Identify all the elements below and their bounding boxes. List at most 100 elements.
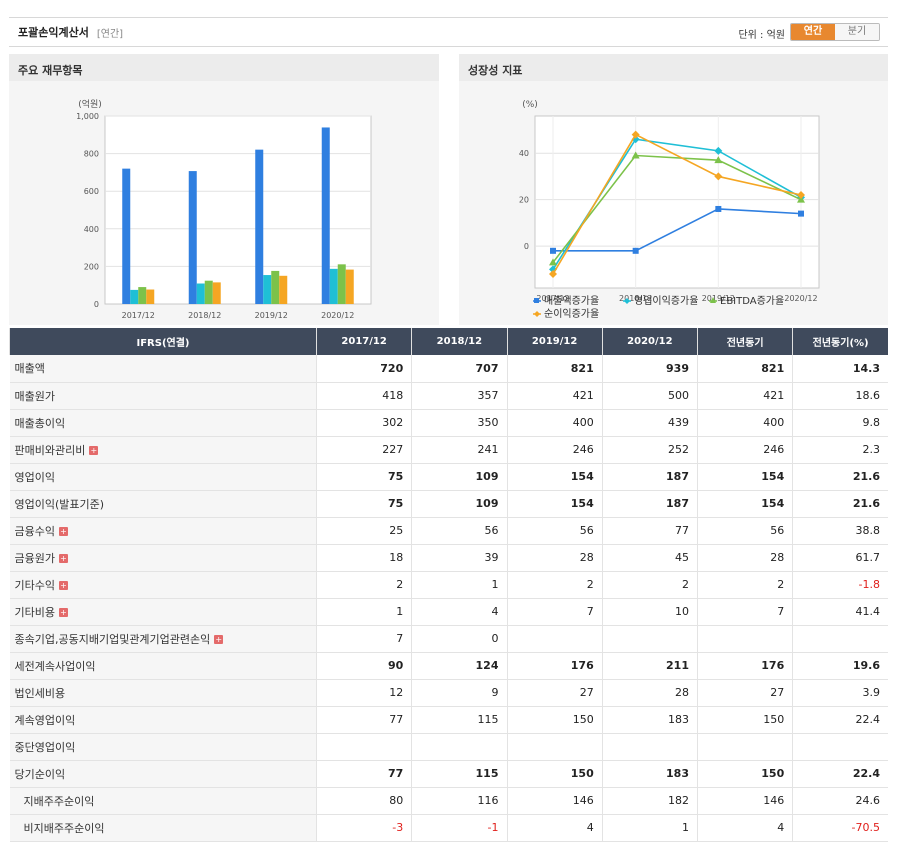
table-cell	[506, 733, 603, 761]
tab-quarter[interactable]: 분기	[835, 24, 879, 40]
table-cell: 211	[601, 652, 698, 680]
table-cell: 2	[506, 571, 603, 599]
table-cell: 421	[696, 382, 793, 410]
expand-icon[interactable]: +	[58, 527, 68, 536]
row-label-text: 비지배주주순이익	[23, 821, 105, 835]
table-cell: 10	[601, 598, 698, 626]
period-toggle: 연간 분기	[790, 23, 880, 41]
table-cell: 109	[411, 463, 507, 491]
table-cell	[601, 625, 698, 653]
table-cell: 56	[506, 517, 603, 545]
table-cell: 22.4	[792, 760, 888, 788]
row-label: 계속영업이익	[9, 706, 317, 734]
bar-chart: 0 200 400 600 800 1,000 (억원) 2017/12 2018/12 2019…	[76, 98, 372, 320]
table-row: 금융수익 +25 56 56 77 56 38.8	[9, 517, 888, 545]
legend-label: 순이익증가율	[544, 308, 599, 320]
table-cell: 183	[601, 760, 698, 788]
table-cell: 80	[315, 787, 412, 815]
table-cell: 116	[411, 787, 507, 815]
row-label: 영업이익(발표기준)	[9, 490, 317, 518]
table-row: 중단영업이익	[9, 733, 888, 761]
table-cell: 45	[601, 544, 698, 572]
row-label: 중단영업이익	[9, 733, 317, 761]
table-cell: 4	[696, 814, 793, 842]
table-row: 영업이익(발표기준) 75 109 154 187 154 21.6	[9, 490, 888, 518]
table-cell: 439	[601, 409, 698, 437]
table-cell	[792, 625, 888, 653]
row-label-text: 영업이익	[14, 470, 55, 484]
row-label-text: 계속영업이익	[14, 713, 76, 727]
expand-icon[interactable]: +	[58, 581, 68, 590]
table-cell: 246	[696, 436, 793, 464]
table-cell: 400	[696, 409, 793, 437]
table-cell: 14.3	[792, 355, 888, 383]
table-cell	[601, 733, 698, 761]
table-cell: 707	[411, 355, 507, 383]
x-tick-label: 2018/12	[188, 311, 221, 320]
bar	[255, 149, 264, 304]
table-cell: 27	[506, 679, 603, 707]
table-cell: -70.5	[792, 814, 888, 842]
table-cell: 154	[696, 490, 793, 518]
table-cell: 28	[696, 544, 793, 572]
table-cell: 150	[506, 760, 603, 788]
table-header-row: IFRS(연결) 2017/12 2018/12 2019/12 2020/12 전년동기…	[9, 328, 888, 355]
y-tick-label: 0	[524, 242, 529, 251]
table-cell: 41.4	[792, 598, 888, 626]
table-cell: 821	[696, 355, 793, 383]
data-point	[632, 247, 639, 254]
row-label: 판매비와관리비 +	[9, 436, 317, 464]
table-cell: 2	[696, 571, 793, 599]
table-row: 매출원가 418 357 421 500 421 18.6	[9, 382, 888, 410]
column-header: IFRS(연결)	[9, 328, 317, 355]
row-label: 당기순이익	[9, 760, 317, 788]
table-cell: 77	[601, 517, 698, 545]
section-title: 포괄손익계산서	[18, 26, 89, 39]
table-cell: 357	[411, 382, 507, 410]
table-cell: 183	[601, 706, 698, 734]
table-cell: 19.6	[792, 652, 888, 680]
table-cell: 176	[506, 652, 603, 680]
row-label-text: 종속기업,공동지배기업및관계기업관련손익	[14, 632, 211, 646]
expand-icon[interactable]: +	[214, 635, 224, 644]
tab-annual[interactable]: 연간	[791, 24, 835, 40]
expand-icon[interactable]: +	[89, 446, 99, 455]
table-cell: 150	[506, 706, 603, 734]
table-row: 기타수익 +2 1 2 2 2 -1.8	[9, 571, 888, 599]
row-label: 종속기업,공동지배기업및관계기업관련손익 +	[9, 625, 317, 653]
table-row: 영업이익 75 109 154 187 154 21.6	[9, 463, 888, 491]
panel-title: 주요 재무항목	[9, 54, 439, 81]
row-label-text: 세전계속사업이익	[14, 659, 96, 673]
table-cell: 939	[601, 355, 698, 383]
y-tick-label: 40	[519, 149, 529, 158]
bar	[138, 287, 147, 304]
row-label: 기타수익 +	[9, 571, 317, 599]
table-cell	[696, 733, 793, 761]
bar	[122, 168, 131, 304]
column-header: 전년동기(%)	[792, 328, 888, 355]
bar	[130, 289, 139, 304]
row-label: 매출원가	[9, 382, 317, 410]
table-cell: 38.8	[792, 517, 888, 545]
expand-icon[interactable]: +	[58, 554, 68, 563]
table-row: 매출총이익 302 350 400 439 400 9.8	[9, 409, 888, 437]
table-cell: 350	[411, 409, 507, 437]
y-tick-label: 200	[84, 262, 99, 271]
table-cell: 115	[411, 760, 507, 788]
expand-icon[interactable]: +	[58, 608, 68, 617]
table-cell: 400	[506, 409, 603, 437]
data-point	[798, 210, 804, 217]
bar	[204, 280, 213, 304]
y-tick-label: 0	[94, 300, 99, 309]
table-cell: 12	[315, 679, 412, 707]
row-label: 매출총이익	[9, 409, 317, 437]
x-tick-label: 2019/12	[255, 311, 288, 320]
table-cell: 28	[506, 544, 603, 572]
legend-marker	[534, 311, 540, 317]
table-cell: 109	[411, 490, 507, 518]
table-cell: 4	[411, 598, 507, 626]
table-cell: 28	[601, 679, 698, 707]
row-label: 매출액	[9, 355, 317, 383]
table-cell: 246	[506, 436, 603, 464]
table-cell: 187	[601, 463, 698, 491]
